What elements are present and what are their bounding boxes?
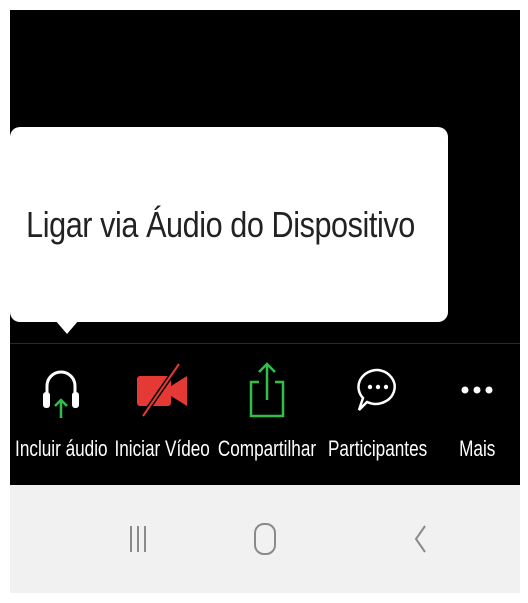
back-icon bbox=[414, 525, 426, 553]
more-dots-icon bbox=[459, 350, 495, 430]
start-video-button[interactable]: Iniciar Vídeo bbox=[112, 344, 212, 485]
audio-tooltip[interactable]: Ligar via Áudio do Dispositivo bbox=[10, 127, 448, 322]
participants-button[interactable]: Participantes bbox=[322, 344, 434, 485]
home-icon bbox=[254, 523, 276, 555]
share-icon bbox=[247, 350, 287, 430]
share-label: Compartilhar bbox=[217, 436, 317, 461]
video-off-icon bbox=[133, 350, 191, 430]
headphones-icon bbox=[39, 350, 83, 430]
android-navbar bbox=[10, 485, 520, 593]
recent-apps-icon bbox=[130, 526, 146, 552]
more-button[interactable]: Mais bbox=[434, 344, 520, 485]
tooltip-pointer bbox=[55, 320, 79, 334]
join-audio-button[interactable]: Incluir áudio bbox=[10, 344, 112, 485]
more-label: Mais bbox=[458, 436, 496, 461]
chat-bubble-icon bbox=[353, 350, 403, 430]
participants-label: Participantes bbox=[328, 436, 428, 461]
join-audio-label: Incluir áudio bbox=[14, 436, 108, 461]
meeting-screen: Ligar via Áudio do Dispositivo Incluir á… bbox=[10, 10, 520, 485]
tooltip-text: Ligar via Áudio do Dispositivo bbox=[26, 203, 415, 245]
start-video-label: Iniciar Vídeo bbox=[114, 436, 210, 461]
recent-apps-button[interactable] bbox=[118, 485, 158, 593]
share-button[interactable]: Compartilhar bbox=[212, 344, 322, 485]
back-button[interactable] bbox=[405, 485, 435, 593]
meeting-toolbar: Incluir áudio Iniciar Vídeo Compartilhar… bbox=[10, 344, 520, 485]
home-button[interactable] bbox=[245, 485, 285, 593]
